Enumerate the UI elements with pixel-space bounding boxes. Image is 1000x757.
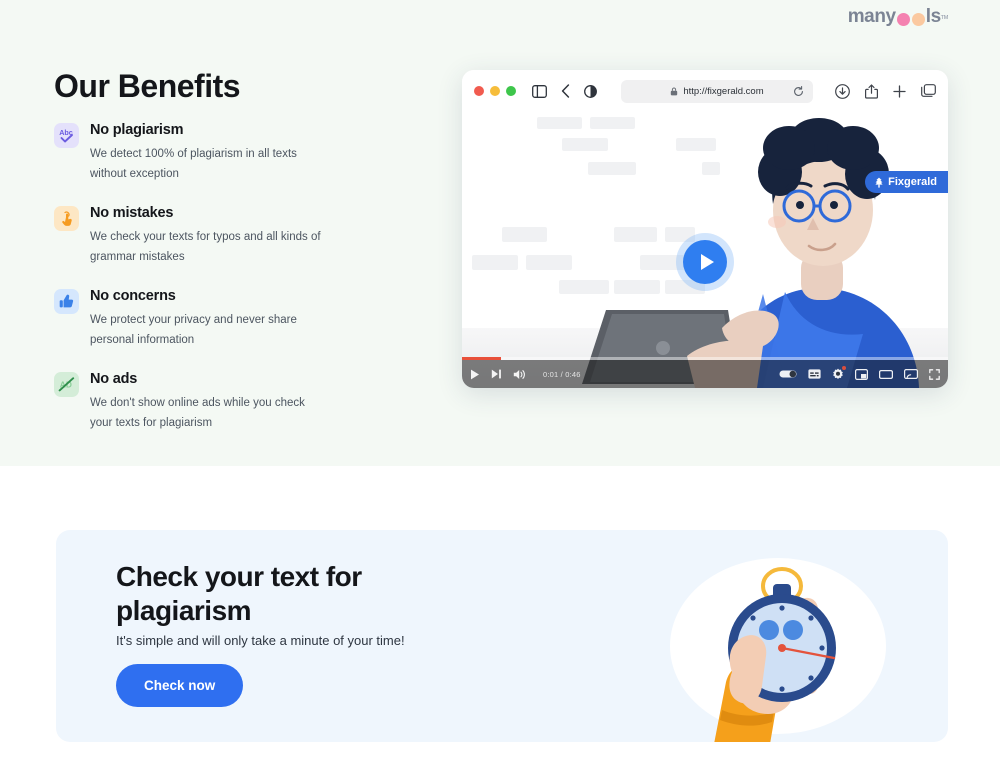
benefit-description: We check your texts for typos and all ki… — [90, 231, 321, 263]
share-icon[interactable] — [865, 83, 878, 99]
logo-dot-peach-icon — [911, 12, 925, 26]
fullscreen-icon[interactable] — [929, 368, 940, 380]
miniplayer-icon[interactable] — [855, 368, 868, 380]
video-time-display: 0:01 / 0:46 — [543, 369, 581, 379]
logo-trademark: тм — [940, 13, 949, 21]
placeholder-block — [588, 162, 636, 175]
list-item: No concerns We protect your privacy and … — [54, 288, 384, 350]
logo-text-first: many — [847, 6, 896, 27]
fixgerald-badge[interactable]: Fixgerald — [865, 171, 948, 193]
abc-check-icon: Abc — [54, 123, 79, 148]
landing-page: many ls тм Our Benefits Abc No plagiaris… — [0, 0, 1000, 757]
fixgerald-logo-icon — [875, 177, 883, 188]
cta-title: Check your text for plagiarism — [116, 560, 416, 628]
browser-toolbar-right — [823, 83, 936, 99]
autoplay-toggle-icon[interactable] — [779, 369, 797, 379]
benefit-title: No mistakes — [90, 205, 174, 221]
sidebar-icon[interactable] — [532, 84, 547, 98]
lock-icon — [670, 87, 678, 96]
thumbs-up-icon — [54, 289, 79, 314]
page-title: Our Benefits — [54, 68, 241, 104]
play-triangle-icon — [700, 254, 714, 270]
cta-title-line2: plagiarism — [116, 595, 252, 626]
address-bar[interactable]: http://fixgerald.com — [621, 79, 813, 103]
fixgerald-badge-label: Fixgerald — [888, 176, 937, 188]
download-icon[interactable] — [835, 83, 850, 99]
browser-toolbar: http://fixgerald.com — [462, 70, 948, 112]
new-tab-icon[interactable] — [893, 84, 906, 98]
next-icon[interactable] — [491, 369, 502, 379]
cta-card: Check your text for plagiarism It's simp… — [56, 530, 948, 742]
subtitles-icon[interactable] — [808, 369, 821, 379]
benefit-description: We don't show online ads while you check… — [90, 397, 305, 429]
settings-notification-dot — [842, 366, 846, 370]
cta-subtitle: It's simple and will only take a minute … — [116, 633, 405, 648]
benefit-description: We protect your privacy and never share … — [90, 314, 297, 346]
placeholder-block — [472, 255, 518, 270]
benefit-title: No plagiarism — [90, 122, 184, 138]
hand-holding-stopwatch-illustration — [670, 558, 886, 742]
tab-overview-icon[interactable] — [921, 84, 936, 98]
video-viewport[interactable]: Fixgerald 0:01 / 0:46 — [462, 112, 948, 388]
player-left-controls: 0:01 / 0:46 — [470, 369, 581, 380]
minimize-window-icon[interactable] — [490, 86, 500, 96]
play-icon[interactable] — [470, 369, 480, 380]
reload-icon[interactable] — [793, 85, 804, 97]
volume-icon[interactable] — [513, 369, 526, 380]
list-item: No mistakes We check your texts for typo… — [54, 205, 384, 267]
back-arrow-icon[interactable] — [561, 84, 570, 98]
url-text: http://fixgerald.com — [683, 85, 764, 97]
list-item: AD No ads We don't show online ads while… — [54, 371, 384, 433]
player-right-controls — [779, 366, 940, 380]
check-now-button[interactable]: Check now — [116, 664, 244, 707]
play-button[interactable] — [683, 240, 727, 284]
window-traffic-lights[interactable] — [474, 86, 516, 96]
logo-dot-pink-icon — [896, 12, 910, 26]
maximize-window-icon[interactable] — [506, 86, 516, 96]
benefit-description: We detect 100% of plagiarism in all text… — [90, 148, 297, 180]
settings-gear-icon[interactable] — [832, 366, 846, 380]
placeholder-block — [562, 138, 608, 151]
browser-mockup: http://fixgerald.com Fixgerald 0:01 / 0:… — [462, 70, 948, 388]
placeholder-block — [614, 227, 657, 242]
list-item: Abc No plagiarism We detect 100% of plag… — [54, 122, 384, 184]
no-ads-icon: AD — [54, 372, 79, 397]
close-window-icon[interactable] — [474, 86, 484, 96]
pointing-hand-icon — [54, 206, 79, 231]
reader-contrast-icon[interactable] — [584, 84, 597, 98]
cta-title-line1: Check your text for — [116, 561, 362, 592]
placeholder-block — [537, 117, 582, 129]
video-progress-bar[interactable] — [462, 357, 948, 360]
cast-icon[interactable] — [904, 368, 918, 380]
placeholder-block — [502, 227, 547, 242]
benefit-title: No ads — [90, 371, 138, 387]
placeholder-block — [526, 255, 572, 270]
manytools-logo[interactable]: many ls тм — [847, 6, 949, 28]
theater-mode-icon[interactable] — [879, 369, 893, 380]
video-progress-played — [462, 357, 501, 360]
video-player-controls: 0:01 / 0:46 — [462, 357, 948, 388]
benefits-list: Abc No plagiarism We detect 100% of plag… — [54, 122, 384, 454]
benefit-title: No concerns — [90, 288, 176, 304]
placeholder-block — [590, 117, 635, 129]
logo-text-last: ls — [925, 6, 941, 27]
